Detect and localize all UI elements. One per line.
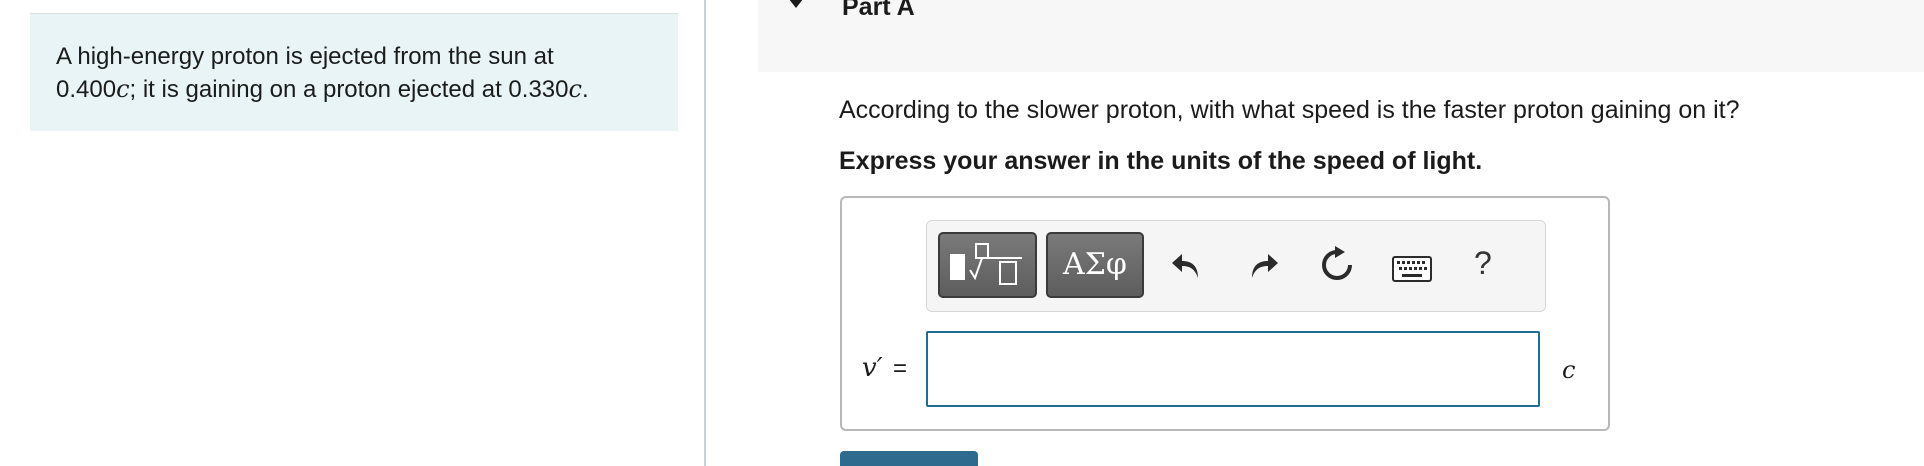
redo-icon[interactable] <box>1246 248 1280 282</box>
help-button[interactable]: ? <box>1474 245 1492 281</box>
symbols-label: ΑΣφ <box>1063 247 1127 282</box>
problem-end: . <box>581 76 589 103</box>
problem-text-2: ; it is gaining on a proton ejected at 0… <box>129 76 569 103</box>
caret-down-icon[interactable] <box>783 0 809 10</box>
reset-icon[interactable] <box>1318 246 1356 284</box>
problem-unit-c-2: c <box>568 75 582 103</box>
templates-icon <box>950 243 1022 285</box>
equals-sign: = <box>893 355 908 382</box>
question-text: According to the slower proton, with wha… <box>839 96 1740 124</box>
unit-label: c <box>1562 356 1576 384</box>
problem-unit-c: c <box>116 75 130 103</box>
answer-instruction: Express your answer in the units of the … <box>839 147 1483 175</box>
part-header[interactable] <box>758 0 1924 72</box>
part-title[interactable]: Part A <box>842 0 915 22</box>
column-divider <box>704 0 706 466</box>
page: A high-energy proton is ejected from the… <box>0 0 1924 466</box>
templates-button[interactable] <box>938 232 1037 298</box>
problem-speed-1: 0.400 <box>56 76 117 103</box>
keyboard-icon[interactable] <box>1392 256 1432 282</box>
submit-button[interactable] <box>840 451 978 466</box>
undo-icon[interactable] <box>1170 248 1204 282</box>
answer-input[interactable] <box>926 331 1540 407</box>
symbols-button[interactable]: ΑΣφ <box>1046 232 1144 298</box>
problem-statement: A high-energy proton is ejected from the… <box>30 14 678 131</box>
variable-label: v′ <box>862 353 883 383</box>
problem-text-1: A high-energy proton is ejected from the… <box>56 43 554 70</box>
